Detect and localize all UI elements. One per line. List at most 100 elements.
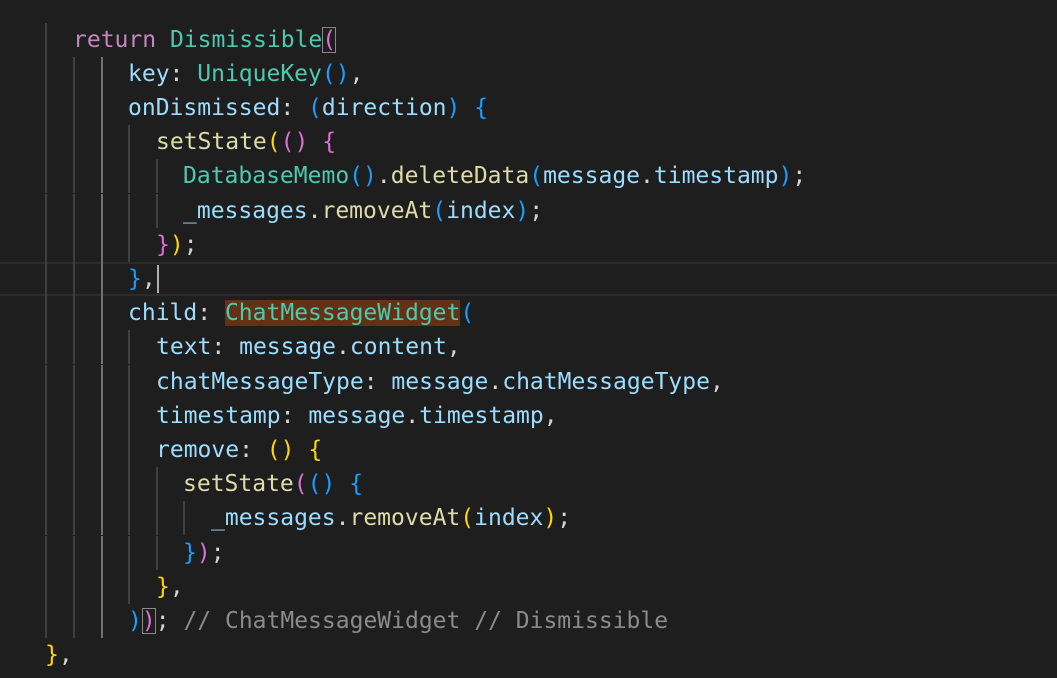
code-token: . [335, 505, 350, 532]
code-line[interactable]: }, [0, 569, 1057, 604]
indent-guide [73, 398, 75, 433]
code-text: setState(() { [183, 467, 363, 501]
code-line[interactable]: }); [0, 535, 1057, 570]
indent-guide [156, 159, 158, 194]
code-line[interactable]: )); // ChatMessageWidget // Dismissible [0, 603, 1057, 639]
code-token: message [308, 402, 406, 429]
code-token: } [183, 539, 197, 566]
code-token: . [488, 368, 503, 395]
code-token: ) [446, 94, 461, 121]
code-token: index [474, 505, 544, 532]
code-token: setState [156, 129, 267, 156]
code-token: message [391, 368, 489, 395]
indent-guide [45, 364, 47, 399]
code-token: ( [293, 471, 308, 498]
code-line[interactable]: _messages.removeAt(index); [0, 501, 1057, 536]
code-line[interactable]: chatMessageType: message.chatMessageType… [0, 364, 1057, 399]
code-line[interactable]: setState(() { [0, 125, 1057, 160]
indent-guide [128, 364, 130, 399]
code-line[interactable]: }, [0, 638, 1057, 672]
code-line[interactable]: remove: () { [0, 432, 1057, 468]
code-token: : [280, 402, 309, 429]
code-line[interactable]: }); [0, 227, 1057, 262]
indent-guide [73, 227, 75, 262]
code-token: message [543, 163, 641, 190]
code-text: }); [183, 536, 225, 570]
code-line[interactable]: key: UniqueKey(), [0, 56, 1057, 91]
code-line[interactable]: setState(() { [0, 467, 1057, 502]
code-token: text [156, 334, 212, 361]
code-token: _messages [183, 197, 308, 224]
code-token: ) [141, 607, 156, 634]
code-token: direction [321, 94, 447, 121]
code-line[interactable]: text: message.content, [0, 330, 1057, 365]
indent-guide [45, 603, 47, 639]
code-editor[interactable]: return Dismissible(key: UniqueKey(), onDi… [0, 0, 1057, 678]
code-token: ) [196, 539, 211, 566]
code-token: } [156, 573, 170, 600]
code-token: // ChatMessageWidget // Dismissible [183, 607, 669, 634]
code-token: removeAt [321, 197, 433, 224]
code-text: }, [45, 638, 73, 672]
code-text: }); [156, 228, 198, 262]
indent-guide [128, 535, 130, 570]
indent-guide [45, 398, 47, 433]
indent-guide [45, 467, 47, 502]
code-token: { [349, 471, 364, 498]
code-token: key [128, 60, 170, 87]
indent-guide [45, 569, 47, 604]
code-token: message [239, 334, 337, 361]
code-line[interactable]: timestamp: message.timestamp, [0, 398, 1057, 433]
code-token: ; [210, 539, 225, 566]
code-token: ; [792, 163, 807, 190]
code-token: ) [778, 163, 793, 190]
code-token: } [156, 231, 170, 258]
code-token: ( [266, 129, 281, 156]
code-line[interactable]: onDismissed: (direction) { [0, 90, 1057, 126]
code-token: . [336, 334, 350, 361]
code-token: ) [128, 607, 142, 634]
code-token: } [45, 642, 59, 669]
indent-guide [45, 22, 47, 57]
code-line[interactable]: return Dismissible( [0, 22, 1057, 57]
code-text: text: message.content, [156, 330, 461, 364]
indent-guide [101, 227, 103, 262]
indent-guide [128, 467, 130, 502]
code-token: timestamp [419, 402, 544, 429]
code-token: removeAt [349, 505, 461, 532]
code-line[interactable]: }, [0, 261, 1057, 297]
code-text: }, [156, 570, 184, 604]
code-token: () [266, 436, 295, 463]
code-token: ) [169, 231, 184, 258]
indent-guide [73, 432, 75, 468]
indent-guide [101, 159, 103, 194]
code-text: _messages.removeAt(index); [183, 194, 543, 228]
indent-guide [101, 603, 103, 639]
indent-guide [128, 501, 130, 536]
code-text: _messages.removeAt(index); [211, 501, 571, 535]
code-token: : [211, 334, 240, 361]
code-token: ( [460, 505, 475, 532]
code-token: setState [183, 471, 294, 498]
code-text: DatabaseMemo().deleteData(message.timest… [183, 159, 806, 193]
code-line[interactable]: _messages.removeAt(index); [0, 193, 1057, 228]
code-line[interactable]: DatabaseMemo().deleteData(message.timest… [0, 159, 1057, 194]
indent-guide [45, 261, 47, 297]
text-cursor [156, 265, 159, 294]
code-token: DatabaseMemo [183, 163, 350, 190]
indent-guide [73, 90, 75, 126]
indent-guide [45, 90, 47, 126]
code-token: , [446, 334, 461, 361]
indent-guide [101, 569, 103, 604]
code-line[interactable]: child: ChatMessageWidget( [0, 296, 1057, 331]
indent-guide [45, 159, 47, 194]
code-text: return Dismissible( [73, 23, 337, 57]
indent-guide [73, 261, 75, 297]
code-token: remove [156, 436, 240, 463]
code-token: chatMessageType [156, 368, 364, 395]
code-token: : [363, 368, 392, 395]
code-token: deleteData [390, 163, 530, 190]
code-token: () [349, 163, 377, 190]
